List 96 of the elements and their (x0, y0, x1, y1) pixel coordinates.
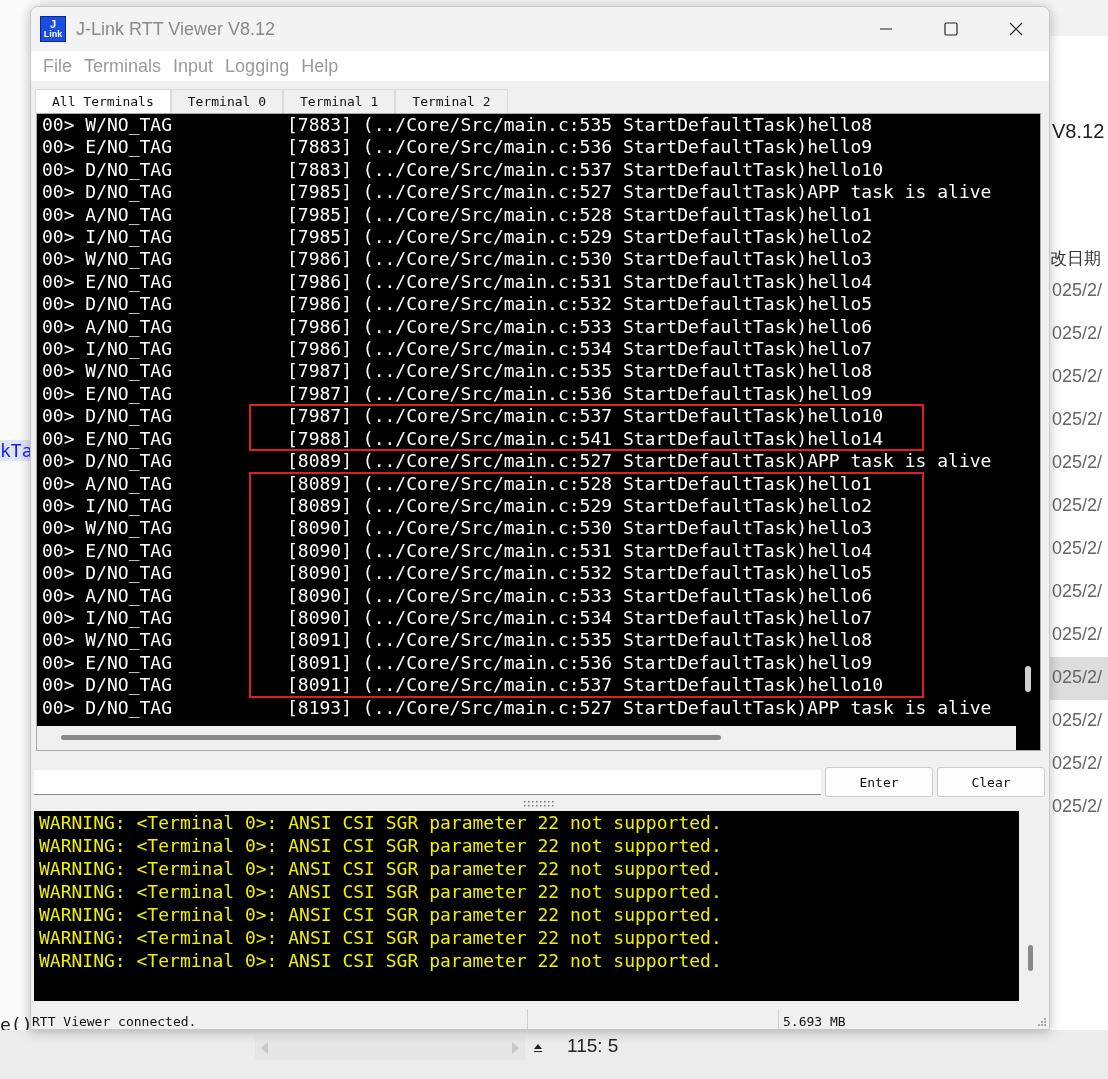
memory-usage: 5.693 MB (782, 1013, 847, 1029)
file-date[interactable]: 025/2/ (1050, 356, 1108, 399)
log-message: [7985] (../Core/Src/main.c:528 StartDefaultTask)hello1 (287, 203, 874, 227)
cursor-position: 115: 5 (567, 1035, 619, 1057)
warning-line: WARNING: <Terminal 0>: ANSI CSI SGR parameter 22 not supported. (39, 880, 723, 903)
log-message: [7988] (../Core/Src/main.c:541 StartDefaultTask)hello14 (287, 427, 884, 451)
log-tag: 00> W/NO_TAG (42, 248, 250, 271)
log-tag: 00> I/NO_TAG (42, 494, 250, 518)
warning-line: WARNING: <Terminal 0>: ANSI CSI SGR parameter 22 not supported. (39, 903, 723, 926)
log-message: [8090] (../Core/Src/main.c:533 StartDefaultTask)hello6 (287, 584, 874, 607)
log-message: [8090] (../Core/Src/main.c:532 StartDefaultTask)hello5 (287, 562, 874, 585)
file-date[interactable]: 025/2/ (1050, 442, 1108, 485)
warning-line: WARNING: <Terminal 0>: ANSI CSI SGR parameter 22 not supported. (39, 926, 723, 949)
terminal-tab[interactable]: All Terminals (35, 89, 171, 113)
log-message: [7986] (../Core/Src/main.c:534 StartDefaultTask)hello7 (287, 338, 874, 361)
action-button[interactable]: Clear (937, 767, 1045, 797)
log-message: [7883] (../Core/Src/main.c:536 StartDefaultTask)hello9 (287, 136, 874, 159)
log-tag: 00> E/NO_TAG (42, 651, 250, 675)
log-tag: 00> A/NO_TAG (42, 584, 250, 607)
file-date[interactable]: 025/2/ (1050, 399, 1108, 442)
column-header: 改日期 (1050, 248, 1102, 270)
log-tag: 00> E/NO_TAG (42, 539, 250, 563)
log-message: [8193] (../Core/Src/main.c:527 StartDefaultTask)APP task is alive (287, 696, 992, 719)
log-tag: 00> D/NO_TAG (42, 450, 250, 473)
close-icon[interactable] (1009, 22, 1023, 36)
log-tag: 00> A/NO_TAG (42, 203, 250, 227)
log-message: [8091] (../Core/Src/main.c:537 StartDefaultTask)hello10 (287, 674, 884, 697)
log-tag: 00> I/NO_TAG (42, 606, 250, 630)
log-message: [7985] (../Core/Src/main.c:529 StartDefaultTask)hello2 (287, 226, 874, 249)
resize-grip-icon[interactable] (1036, 1016, 1046, 1026)
file-date[interactable]: 025/2/ (1050, 528, 1108, 571)
log-tag: 00> W/NO_TAG (42, 360, 250, 383)
log-message: [7987] (../Core/Src/main.c:536 StartDefaultTask)hello9 (287, 382, 874, 406)
splitter-grip-icon[interactable] (524, 801, 556, 807)
file-date[interactable]: 025/2/ (1050, 313, 1108, 356)
warning-line: WARNING: <Terminal 0>: ANSI CSI SGR parameter 22 not supported. (39, 811, 723, 834)
scrollbar-thumb[interactable] (61, 735, 721, 740)
log-message: [7987] (../Core/Src/main.c:535 StartDefaultTask)hello8 (287, 360, 874, 383)
log-message: [7986] (../Core/Src/main.c:530 StartDefaultTask)hello3 (287, 248, 874, 271)
collapse-up-icon[interactable] (533, 1043, 543, 1053)
log-tag: 00> A/NO_TAG (42, 315, 250, 339)
terminal-tab[interactable]: Terminal 0 (170, 89, 284, 113)
log-message: [8089] (../Core/Src/main.c:528 StartDefaultTask)hello1 (287, 472, 874, 495)
log-message: [8090] (../Core/Src/main.c:531 StartDefaultTask)hello4 (287, 539, 874, 563)
warning-line: WARNING: <Terminal 0>: ANSI CSI SGR parameter 22 not supported. (39, 834, 723, 857)
log-tag: 00> I/NO_TAG (42, 226, 250, 249)
file-date[interactable]: 025/2/ (1050, 743, 1108, 786)
window-title: J-Link RTT Viewer V8.12 (76, 18, 277, 40)
warning-line: WARNING: <Terminal 0>: ANSI CSI SGR parameter 22 not supported. (39, 857, 723, 880)
maximize-icon[interactable] (944, 22, 958, 36)
file-date[interactable]: 025/2/ (1050, 270, 1108, 313)
file-date[interactable]: 025/2/ (1050, 614, 1108, 657)
file-date[interactable]: 025/2/ (1050, 571, 1108, 614)
terminal-tab[interactable]: Terminal 2 (395, 89, 508, 113)
log-tag: 00> D/NO_TAG (42, 405, 250, 428)
log-message: [7986] (../Core/Src/main.c:533 StartDefaultTask)hello6 (287, 315, 874, 339)
log-tag: 00> I/NO_TAG (42, 338, 250, 361)
app-logo: J Link (40, 16, 66, 42)
log-tag: 00> D/NO_TAG (42, 293, 250, 316)
file-date[interactable]: 025/2/ (1050, 657, 1108, 700)
log-message: [8090] (../Core/Src/main.c:530 StartDefaultTask)hello3 (287, 517, 874, 540)
action-button[interactable]: Enter (825, 767, 933, 797)
log-message: [8091] (../Core/Src/main.c:535 StartDefaultTask)hello8 (287, 629, 874, 652)
log-message: [8090] (../Core/Src/main.c:534 StartDefaultTask)hello7 (287, 606, 874, 630)
log-tag: 00> D/NO_TAG (42, 696, 250, 719)
warning-line: WARNING: <Terminal 0>: ANSI CSI SGR parameter 22 not supported. (39, 949, 723, 972)
log-message: [8091] (../Core/Src/main.c:536 StartDefaultTask)hello9 (287, 651, 874, 675)
log-tag: 00> E/NO_TAG (42, 382, 250, 406)
log-message: [7883] (../Core/Src/main.c:537 StartDefaultTask)hello10 (287, 158, 885, 182)
log-tag: 00> A/NO_TAG (42, 472, 250, 495)
log-tag: 00> D/NO_TAG (42, 181, 250, 204)
file-date[interactable]: 025/2/ (1050, 485, 1108, 528)
log-tag: 00> E/NO_TAG (42, 270, 250, 294)
log-message: [7986] (../Core/Src/main.c:532 StartDefaultTask)hello5 (287, 293, 874, 316)
scrollbar-thumb[interactable] (1025, 666, 1031, 692)
status-message: RTT Viewer connected. (31, 1009, 528, 1029)
log-message: [8089] (../Core/Src/main.c:527 StartDefaultTask)APP task is alive (287, 450, 992, 473)
log-tag: 00> W/NO_TAG (42, 114, 250, 137)
log-tag: 00> W/NO_TAG (42, 629, 250, 652)
log-tag: 00> D/NO_TAG (42, 674, 250, 697)
log-message: [7987] (../Core/Src/main.c:537 StartDefaultTask)hello10 (287, 405, 884, 428)
terminal-tab[interactable]: Terminal 1 (283, 89, 396, 113)
log-message: [7986] (../Core/Src/main.c:531 StartDefaultTask)hello4 (287, 270, 874, 294)
log-tag: 00> D/NO_TAG (42, 158, 250, 182)
scrollbar-thumb[interactable] (1028, 945, 1033, 971)
log-message: [7883] (../Core/Src/main.c:535 StartDefaultTask)hello8 (287, 114, 874, 137)
input-field[interactable] (34, 769, 821, 795)
log-tag: 00> D/NO_TAG (42, 562, 250, 585)
log-message: [8089] (../Core/Src/main.c:529 StartDefaultTask)hello2 (287, 494, 874, 518)
file-date[interactable]: 025/2/ (1050, 786, 1108, 829)
log-tag: 00> E/NO_TAG (42, 427, 250, 451)
version-fragment: V8.12 (1051, 120, 1106, 143)
file-date[interactable]: 025/2/ (1050, 700, 1108, 743)
log-tag: 00> W/NO_TAG (42, 517, 250, 540)
log-message: [7985] (../Core/Src/main.c:527 StartDefaultTask)APP task is alive (287, 181, 992, 204)
log-tag: 00> E/NO_TAG (42, 136, 250, 159)
